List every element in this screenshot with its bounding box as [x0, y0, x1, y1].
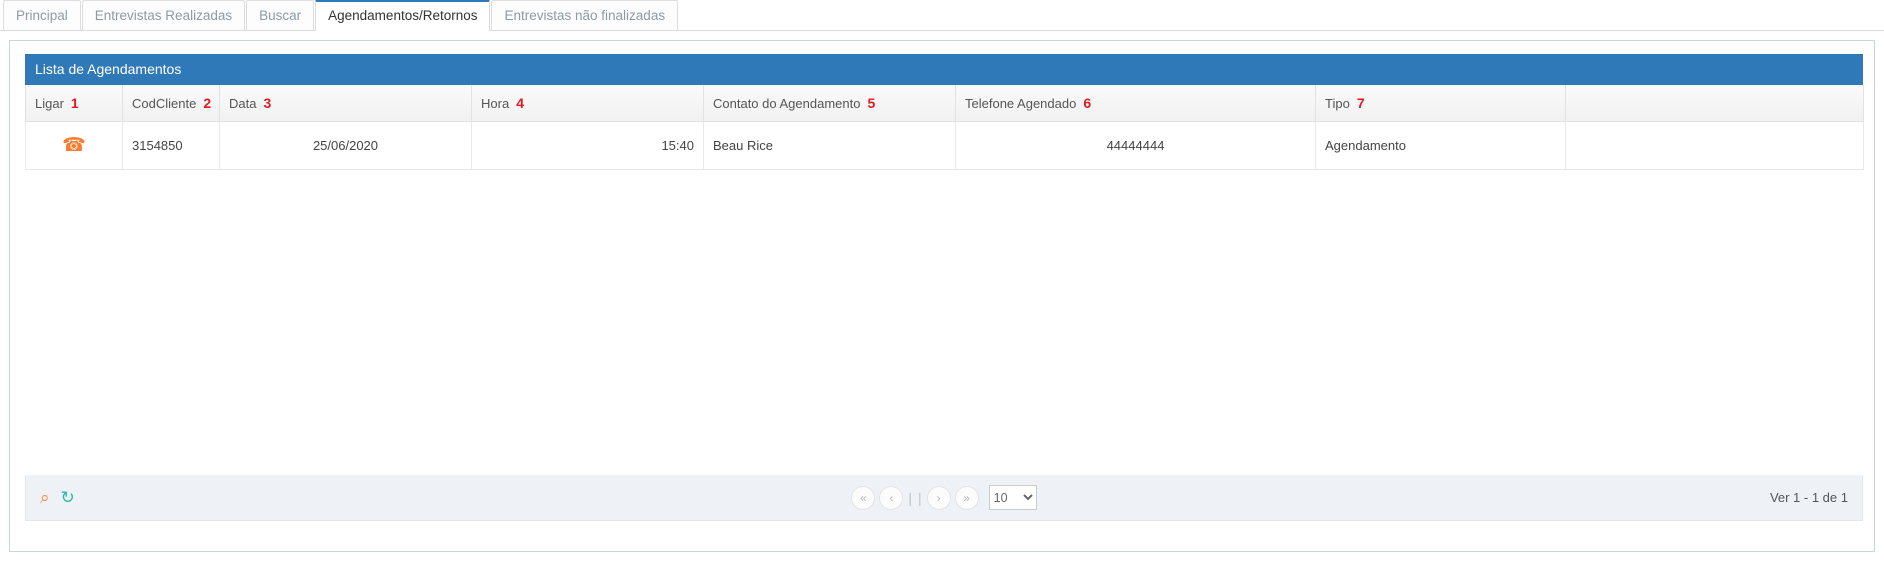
first-page-button[interactable]: « — [851, 485, 876, 510]
column-header-ligar[interactable]: Ligar 1 — [25, 85, 123, 122]
cell-tipo: Agendamento — [1315, 121, 1566, 170]
next-page-button[interactable]: › — [926, 485, 951, 510]
phone-icon[interactable]: ☎ — [62, 136, 86, 155]
column-marker: 4 — [516, 95, 524, 111]
table-header-row: Ligar 1 CodCliente 2 Data 3 Hora 4 Contato d… — [25, 85, 1864, 122]
grid-footer: ⌕ ↻ « ‹ | | › » 102550100 Ver 1 - 1 de 1 — [25, 475, 1863, 521]
cell-spacer — [1565, 121, 1864, 170]
column-label: Hora — [481, 96, 510, 111]
column-header-telefone-agendado[interactable]: Telefone Agendado 6 — [955, 85, 1316, 122]
column-marker: 7 — [1356, 95, 1365, 111]
column-marker: 6 — [1083, 95, 1092, 111]
column-marker: 3 — [263, 95, 272, 111]
column-header-contato-do-agendamento[interactable]: Contato do Agendamento 5 — [703, 85, 956, 122]
last-page-button[interactable]: » — [954, 485, 979, 510]
column-label: CodCliente — [132, 96, 197, 111]
cell-ligar[interactable]: ☎ — [25, 121, 123, 170]
column-header-spacer — [1565, 85, 1864, 122]
cell-telefone: 44444444 — [955, 121, 1316, 170]
footer-tools: ⌕ ↻ — [40, 489, 75, 506]
column-marker: 1 — [70, 95, 79, 111]
column-label: Contato do Agendamento — [713, 96, 861, 111]
tab-entrevistas-realizadas[interactable]: Entrevistas Realizadas — [81, 0, 246, 30]
column-label: Tipo — [1325, 96, 1350, 111]
refresh-icon[interactable]: ↻ — [61, 489, 75, 506]
column-label: Data — [229, 96, 257, 111]
agendamentos-grid-panel: Lista de Agendamentos Ligar 1 CodCliente 2… — [25, 54, 1864, 170]
table-row[interactable]: ☎ 3154850 25/06/2020 15:40 Beau Rice 444… — [25, 121, 1864, 170]
column-header-codcliente[interactable]: CodCliente 2 — [122, 85, 220, 122]
pager-separator-right: | — [918, 489, 922, 506]
record-count-label: Ver 1 - 1 de 1 — [1769, 490, 1848, 505]
column-header-hora[interactable]: Hora 4 — [471, 85, 704, 122]
column-marker: 2 — [203, 95, 212, 111]
grid-footer-wrapper: ⌕ ↻ « ‹ | | › » 102550100 Ver 1 - 1 de 1 — [25, 475, 1863, 521]
cell-data: 25/06/2020 — [219, 121, 472, 170]
cell-hora: 15:40 — [471, 121, 704, 170]
page-size-select[interactable]: 102550100 — [988, 485, 1037, 510]
column-header-tipo[interactable]: Tipo 7 — [1315, 85, 1566, 122]
tab-buscar[interactable]: Buscar — [246, 0, 315, 30]
tab-principal[interactable]: Principal — [3, 0, 81, 30]
tab-entrevistas-nao-finalizadas[interactable]: Entrevistas não finalizadas — [491, 0, 679, 30]
pager-separator-left: | — [908, 489, 912, 506]
search-icon[interactable]: ⌕ — [40, 489, 50, 506]
column-header-data[interactable]: Data 3 — [219, 85, 472, 122]
pagination-controls: « ‹ | | › » 102550100 — [26, 485, 1862, 510]
column-marker: 5 — [867, 95, 876, 111]
cell-codcliente: 3154850 — [122, 121, 220, 170]
column-label: Telefone Agendado — [965, 96, 1077, 111]
previous-page-button[interactable]: ‹ — [879, 485, 904, 510]
cell-contato: Beau Rice — [703, 121, 956, 170]
tab-agendamentos-retornos[interactable]: Agendamentos/Retornos — [315, 0, 491, 31]
agendamentos-table: Ligar 1 CodCliente 2 Data 3 Hora 4 Contato d… — [25, 85, 1864, 170]
panel-title: Lista de Agendamentos — [25, 54, 1863, 85]
column-label: Ligar — [35, 96, 64, 111]
tab-bar: Principal Entrevistas Realizadas Buscar … — [0, 0, 1884, 31]
